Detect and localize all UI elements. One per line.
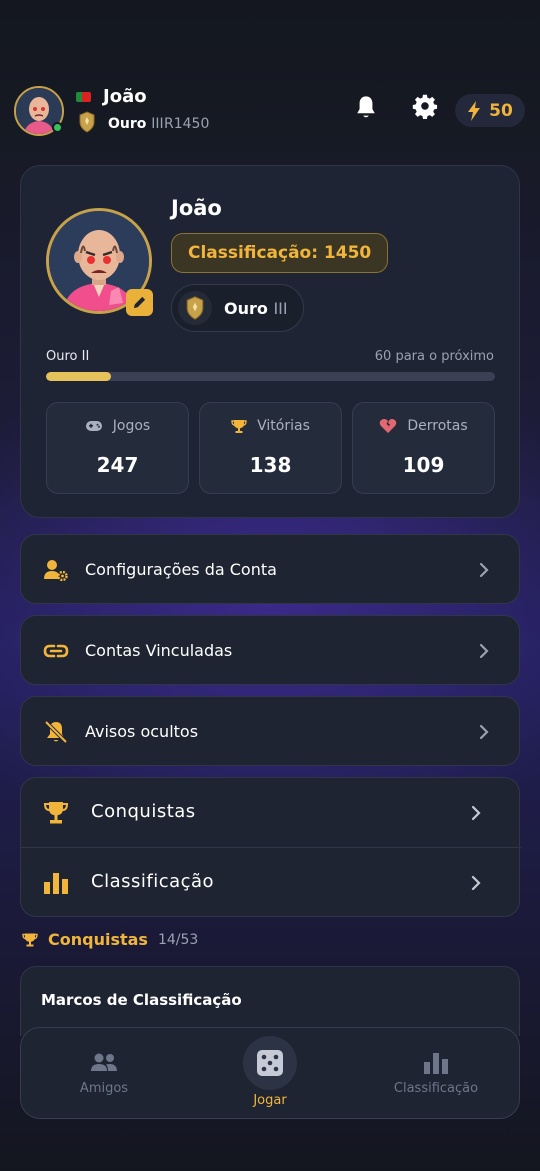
- stat-label: Vitórias: [257, 418, 310, 434]
- nav-label: Amigos: [79, 1081, 129, 1096]
- header-username: João: [103, 86, 147, 107]
- menu-leaderboard[interactable]: Classificação: [21, 848, 521, 918]
- menu-account-settings[interactable]: Configurações da Conta: [20, 534, 520, 604]
- menu-label: Contas Vinculadas: [85, 640, 233, 660]
- rank-progress-fill: [46, 372, 112, 381]
- nav-leaderboard[interactable]: Classificação: [353, 1028, 519, 1120]
- nav-label: Classificação: [393, 1081, 479, 1096]
- milestones-card[interactable]: Marcos de Classificação: [20, 966, 520, 1036]
- stat-value: 138: [249, 453, 292, 477]
- stat-value: 109: [402, 453, 445, 477]
- header-rating: R1450: [164, 116, 210, 132]
- menu-hidden-notices[interactable]: Avisos ocultos: [20, 696, 520, 766]
- achievements-header: Conquistas 14/53: [22, 930, 198, 949]
- bell-icon[interactable]: [352, 94, 380, 122]
- achievements-count: 14/53: [157, 931, 199, 948]
- menu-group: Conquistas Classificação: [20, 777, 521, 918]
- lightning-icon: [468, 100, 481, 121]
- stat-losses: Derrotas 109: [352, 402, 495, 494]
- rank-label: Ouro III: [224, 298, 288, 318]
- stat-label: Derrotas: [407, 418, 468, 434]
- bell-slash-icon: [44, 720, 68, 744]
- online-status-dot: [52, 122, 63, 133]
- bar-chart-icon: [44, 873, 68, 894]
- next-rank-remaining: 60 para o próximo: [374, 349, 494, 364]
- play-button: [243, 1036, 297, 1090]
- rank-badge-icon: [178, 291, 212, 325]
- profile-card: João Classificação: 1450 Ouro III Ouro I…: [20, 165, 520, 518]
- nav-label: Jogar: [253, 1093, 287, 1108]
- menu-label: Classificação: [91, 871, 215, 892]
- stat-value: 247: [96, 453, 139, 477]
- chevron-right-icon: [471, 875, 481, 891]
- broken-heart-icon: [380, 418, 397, 433]
- energy-value: 50: [489, 100, 513, 121]
- stat-wins: Vitórias 138: [199, 402, 342, 494]
- menu-achievements[interactable]: Conquistas: [21, 778, 521, 848]
- dice-icon: [257, 1050, 283, 1076]
- rank-progress-bar: [46, 372, 495, 381]
- gamepad-icon: [85, 421, 102, 431]
- header-rank: Ouro III: [108, 116, 164, 132]
- next-rank-label: Ouro II: [46, 349, 90, 364]
- chevron-right-icon: [479, 724, 489, 740]
- milestones-title: Marcos de Classificação: [41, 991, 242, 1009]
- link-icon: [43, 644, 69, 658]
- user-gear-icon: [44, 560, 68, 582]
- stat-games: Jogos 247: [46, 402, 189, 494]
- nav-play[interactable]: Jogar: [187, 1028, 353, 1120]
- edit-avatar-button[interactable]: [126, 289, 153, 316]
- profile-name: João: [171, 196, 222, 220]
- chevron-right-icon: [471, 805, 481, 821]
- flag-icon: [76, 92, 91, 102]
- nav-friends[interactable]: Amigos: [21, 1028, 187, 1120]
- achievements-title: Conquistas: [48, 930, 148, 949]
- chevron-right-icon: [479, 562, 489, 578]
- chevron-right-icon: [479, 643, 489, 659]
- trophy-icon: [231, 419, 247, 433]
- pencil-icon: [133, 296, 146, 309]
- trophy-icon: [22, 933, 38, 946]
- rank-badge[interactable]: Ouro III: [171, 284, 304, 332]
- trophy-icon: [43, 802, 69, 824]
- bar-chart-icon: [424, 1053, 448, 1074]
- gear-icon[interactable]: [411, 94, 439, 122]
- friends-icon: [91, 1053, 117, 1071]
- menu-linked-accounts[interactable]: Contas Vinculadas: [20, 615, 520, 685]
- stat-label: Jogos: [112, 418, 151, 434]
- menu-label: Configurações da Conta: [85, 559, 277, 579]
- bottom-nav: Amigos Jogar Classificação: [20, 1027, 520, 1119]
- rating-badge: Classificação: 1450: [171, 233, 389, 273]
- menu-label: Avisos ocultos: [85, 721, 199, 741]
- energy-counter[interactable]: 50: [455, 94, 525, 127]
- rank-badge-icon: [78, 111, 96, 133]
- menu-label: Conquistas: [91, 801, 196, 822]
